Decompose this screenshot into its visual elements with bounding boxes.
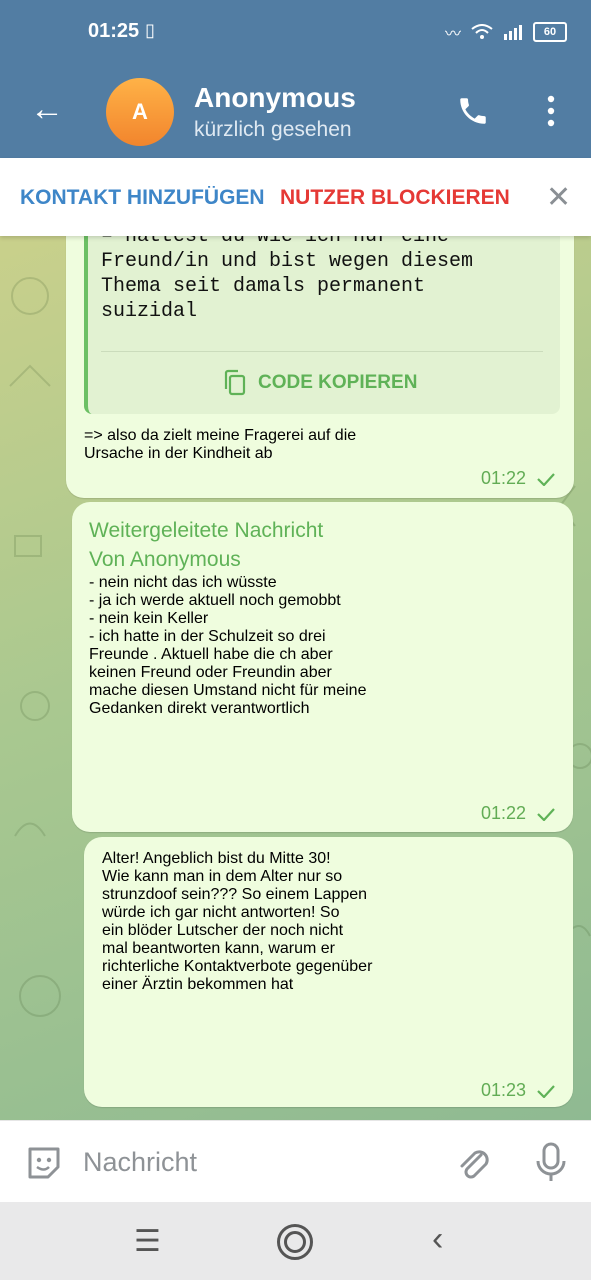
message-text: - nein nicht das ich wüsste - ja ich wer… <box>89 574 367 717</box>
vibrate-icon: ▯ <box>145 20 155 40</box>
more-options-icon[interactable] <box>544 94 558 128</box>
recent-apps-icon[interactable]: ☰ <box>134 1224 161 1259</box>
message-meta: 01:22 <box>481 803 556 824</box>
chat-messages[interactable]: – hattest du wie ich nur eine Freund/in … <box>0 236 591 1120</box>
system-nav-bar: ☰ ‹ <box>0 1202 591 1280</box>
message-time: 01:23 <box>481 1080 527 1100</box>
chat-title[interactable]: Anonymous <box>194 82 356 114</box>
wifi-icon <box>471 24 493 39</box>
message-input-bar: Nachricht <box>0 1120 591 1203</box>
microphone-icon[interactable] <box>534 1141 568 1183</box>
divider <box>101 351 543 352</box>
home-icon-inner <box>284 1231 306 1253</box>
activity-icon: 〰 <box>444 26 461 43</box>
attach-icon[interactable] <box>455 1143 491 1183</box>
back-arrow-icon[interactable]: ← <box>30 92 64 126</box>
phone-call-icon[interactable] <box>456 94 490 128</box>
message-time: 01:22 <box>481 803 527 823</box>
add-contact-button[interactable]: KONTAKT HINZUFÜGEN <box>20 186 266 210</box>
message-input[interactable]: Nachricht <box>83 1147 197 1178</box>
copy-icon <box>224 369 246 396</box>
avatar[interactable]: A <box>106 78 174 146</box>
message-text: Alter! Angeblich bist du Mitte 30! Wie k… <box>102 850 373 993</box>
nav-back-icon[interactable]: ‹ <box>432 1220 443 1259</box>
forwarded-header: Weitergeleitete Nachricht Von Anonymous <box>89 519 324 571</box>
close-icon[interactable]: ✕ <box>546 180 571 215</box>
status-bar: 01:25 ▯ 〰 60 <box>0 0 591 64</box>
message-meta: 01:22 <box>481 468 556 489</box>
chat-header: ← A Anonymous kürzlich gesehen <box>0 64 591 158</box>
sticker-icon[interactable] <box>24 1143 64 1183</box>
status-icons: 〰 60 <box>445 20 567 44</box>
copy-code-button[interactable]: CODE KOPIEREN <box>222 369 417 397</box>
read-check-icon <box>537 472 555 486</box>
signal-icon <box>504 25 522 40</box>
message-meta: 01:23 <box>481 1080 556 1101</box>
last-seen-status: kürzlich gesehen <box>194 118 352 141</box>
status-time: 01:25 <box>88 20 140 42</box>
block-user-button[interactable]: NUTZER BLOCKIEREN <box>280 186 510 210</box>
message-time: 01:22 <box>481 468 527 488</box>
contact-action-bar: KONTAKT HINZUFÜGEN NUTZER BLOCKIEREN ✕ <box>0 158 591 236</box>
copy-code-label: CODE KOPIEREN <box>258 372 418 393</box>
battery-icon: 60 <box>533 22 567 42</box>
read-check-icon <box>537 807 555 821</box>
code-text: – hattest du wie ich nur eine Freund/in … <box>101 236 474 323</box>
read-check-icon <box>537 1084 555 1098</box>
message-text: => also da zielt meine Fragerei auf die … <box>84 427 357 462</box>
